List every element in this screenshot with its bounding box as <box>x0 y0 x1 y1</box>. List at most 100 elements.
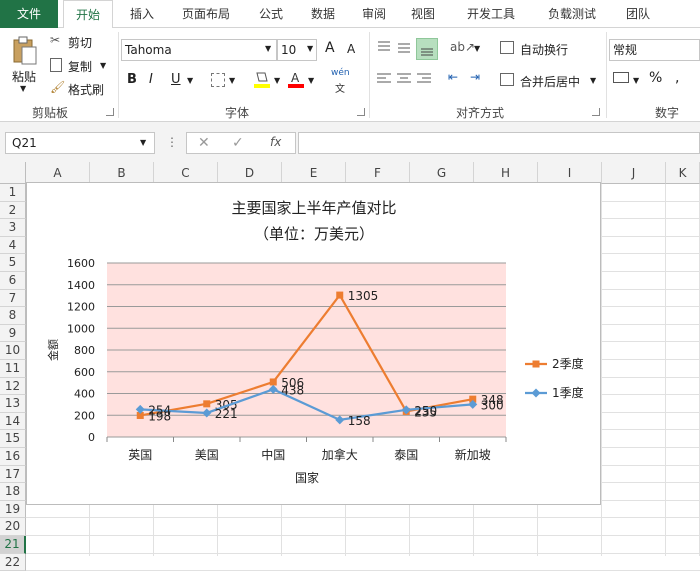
tab-6[interactable]: 审阅 <box>352 0 396 28</box>
dialog-launcher-icon[interactable] <box>357 108 365 116</box>
chevron-down-icon[interactable]: ▼ <box>308 76 314 85</box>
tab-9[interactable]: 负载测试 <box>534 0 610 28</box>
paste-button[interactable]: 粘贴 <box>12 68 36 85</box>
border-icon[interactable] <box>211 73 225 87</box>
chevron-down-icon[interactable]: ▼ <box>100 61 106 70</box>
tab-10[interactable]: 团队 <box>614 0 662 28</box>
format-painter-button[interactable]: 格式刷 <box>68 81 104 98</box>
chart-legend[interactable]: 2季度 1季度 <box>525 356 584 400</box>
chevron-down-icon[interactable]: ▼ <box>633 76 639 85</box>
percent-button[interactable]: % <box>649 70 662 86</box>
line-chart[interactable]: 主要国家上半年产值对比 （单位：万美元） 0 200 400 600 800 1000 12… <box>26 182 601 505</box>
column-header[interactable]: C <box>154 162 218 184</box>
row-header[interactable]: 17 <box>0 465 26 484</box>
row-header[interactable]: 20 <box>0 518 26 536</box>
column-header[interactable]: D <box>218 162 282 184</box>
align-middle-icon[interactable] <box>396 40 412 54</box>
row-header[interactable]: 18 <box>0 483 26 501</box>
column-header[interactable]: B <box>90 162 154 184</box>
align-top-icon[interactable] <box>376 40 392 54</box>
row-header[interactable]: 16 <box>0 448 26 466</box>
align-center-icon[interactable] <box>396 72 412 86</box>
column-header[interactable]: J <box>602 162 666 184</box>
chevron-down-icon[interactable]: ▼ <box>265 44 271 53</box>
cut-button[interactable]: 剪切 <box>68 34 92 51</box>
increase-indent-icon[interactable]: ⇥ <box>470 70 480 84</box>
font-name-select[interactable]: Tahoma <box>121 39 277 61</box>
align-right-icon[interactable] <box>416 72 432 86</box>
select-all-corner[interactable] <box>0 162 26 184</box>
name-box[interactable]: Q21 <box>5 132 155 154</box>
tab-7[interactable]: 视图 <box>400 0 446 28</box>
row-header[interactable]: 8 <box>0 307 26 325</box>
tab-2[interactable]: 插入 <box>120 0 164 28</box>
paste-icon[interactable] <box>12 36 38 66</box>
italic-button[interactable]: I <box>149 72 153 87</box>
row-header[interactable]: 2 <box>0 201 26 220</box>
row-header[interactable]: 6 <box>0 272 26 290</box>
row-header[interactable]: 15 <box>0 430 26 448</box>
dialog-launcher-icon[interactable] <box>106 108 114 116</box>
row-header[interactable]: 9 <box>0 324 26 343</box>
tab-0[interactable]: 文件 <box>0 0 58 28</box>
row-header[interactable]: 14 <box>0 412 26 431</box>
comma-style-icon[interactable]: , <box>675 70 679 86</box>
wrap-text-button[interactable]: 自动换行 <box>520 41 568 58</box>
column-header[interactable]: A <box>26 162 90 184</box>
chevron-down-icon[interactable]: ▼ <box>20 84 26 93</box>
data-point[interactable] <box>336 291 344 299</box>
row-header[interactable]: 12 <box>0 377 26 396</box>
tab-8[interactable]: 开发工具 <box>452 0 530 28</box>
chevron-down-icon[interactable]: ▼ <box>140 138 146 147</box>
column-header[interactable]: F <box>346 162 410 184</box>
data-point[interactable] <box>269 378 277 386</box>
column-header[interactable]: I <box>538 162 602 184</box>
merge-center-button[interactable]: 合并后居中 <box>520 73 580 90</box>
chevron-down-icon[interactable]: ▼ <box>229 76 235 85</box>
insert-function-button[interactable]: fx <box>270 135 281 149</box>
chevron-down-icon[interactable]: ▼ <box>307 44 313 53</box>
dialog-launcher-icon[interactable] <box>592 108 600 116</box>
tab-4[interactable]: 公式 <box>248 0 294 28</box>
cancel-button[interactable]: ✕ <box>198 135 210 151</box>
row-header[interactable]: 4 <box>0 236 26 255</box>
tab-5[interactable]: 数据 <box>300 0 346 28</box>
tab-3[interactable]: 页面布局 <box>168 0 244 28</box>
row-header[interactable]: 13 <box>0 395 26 413</box>
chevron-down-icon[interactable]: ▼ <box>590 76 596 85</box>
tab-1[interactable]: 开始 <box>63 0 113 29</box>
column-header[interactable]: G <box>410 162 474 184</box>
chevron-down-icon[interactable]: ▼ <box>474 44 480 53</box>
row-header[interactable]: 3 <box>0 219 26 237</box>
copy-button[interactable]: 复制 <box>68 58 92 75</box>
enter-button[interactable]: ✓ <box>232 135 244 151</box>
column-header[interactable]: K <box>666 162 700 184</box>
row-header[interactable]: 11 <box>0 360 26 378</box>
fill-color-icon[interactable] <box>253 70 271 88</box>
orientation-icon[interactable]: ab↗ <box>450 40 475 54</box>
chevron-down-icon[interactable]: ▼ <box>274 76 280 85</box>
align-left-icon[interactable] <box>376 72 392 86</box>
row-header[interactable]: 21 <box>0 536 26 554</box>
number-format-select[interactable]: 常规 <box>609 39 700 61</box>
chevron-down-icon[interactable]: ▼ <box>187 76 193 85</box>
decrease-indent-icon[interactable]: ⇤ <box>448 70 458 84</box>
row-header[interactable]: 19 <box>0 500 26 519</box>
align-bottom-icon[interactable] <box>416 38 438 60</box>
bold-button[interactable]: B <box>127 72 137 87</box>
data-point[interactable] <box>203 400 211 408</box>
row-header[interactable]: 1 <box>0 184 26 202</box>
column-header[interactable]: E <box>282 162 346 184</box>
font-color-icon[interactable]: A <box>287 70 305 88</box>
row-header[interactable]: 10 <box>0 342 26 360</box>
more-options-icon[interactable]: ⋮ <box>166 135 178 149</box>
currency-icon[interactable] <box>613 72 629 83</box>
shrink-font-button[interactable]: A <box>347 42 355 56</box>
underline-button[interactable]: U <box>171 72 181 87</box>
row-header[interactable]: 22 <box>0 553 26 571</box>
row-header[interactable]: 5 <box>0 254 26 272</box>
row-header[interactable]: 7 <box>0 289 26 308</box>
phonetic-button[interactable]: wén <box>331 68 350 78</box>
column-header[interactable]: H <box>474 162 538 184</box>
formula-input[interactable] <box>298 132 700 154</box>
